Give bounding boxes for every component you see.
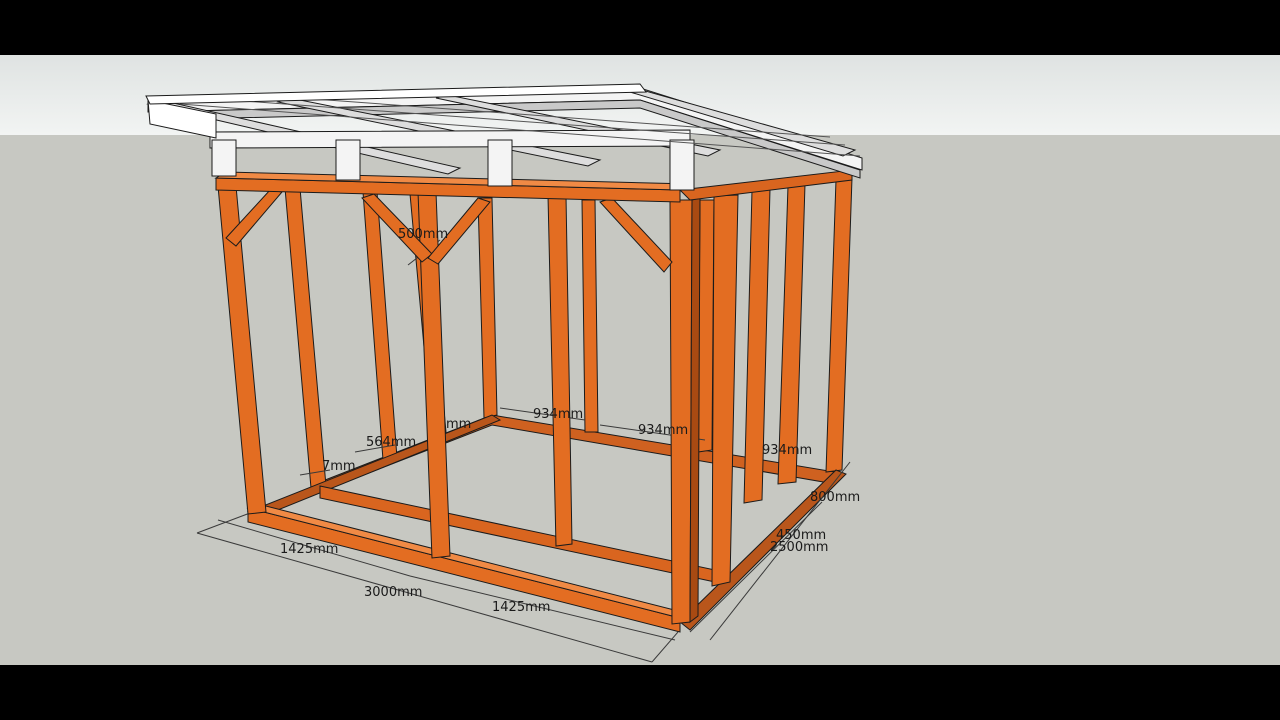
dim-back-934-c: 934mm <box>762 443 812 458</box>
dim-left-7mm: 7mm <box>322 459 356 474</box>
dim-brace-500: 500mm <box>398 227 448 242</box>
letterbox-bottom <box>0 665 1280 720</box>
roof-post <box>211 139 237 177</box>
ground-plane <box>0 135 1280 665</box>
dim-back-934-a: 934mm <box>533 407 583 422</box>
back-stud <box>581 199 599 433</box>
roof-post <box>669 139 695 191</box>
roof-front-beam <box>209 129 691 149</box>
corner-post-side <box>689 197 701 624</box>
dim-side-top: 800mm <box>810 490 860 505</box>
dim-back-934-b: 934mm <box>638 423 688 438</box>
dim-back-mm: mm <box>446 417 471 432</box>
corner-post-front-right <box>669 199 693 625</box>
dim-left-564: 564mm <box>366 435 416 450</box>
letterbox-top <box>0 0 1280 55</box>
back-stud <box>697 199 715 453</box>
dim-side-total: 2500mm <box>770 540 828 555</box>
dim-bottom-total: 3000mm <box>364 585 422 600</box>
roof-post <box>487 139 513 187</box>
shed-frame-model[interactable]: 1425mm 3000mm 1425mm 450mm 2500mm 800mm … <box>0 55 1280 665</box>
modeling-viewport[interactable]: 1425mm 3000mm 1425mm 450mm 2500mm 800mm … <box>0 55 1280 665</box>
roof-post <box>335 139 361 181</box>
dim-bottom-left: 1425mm <box>280 542 338 557</box>
dim-bottom-right: 1425mm <box>492 600 550 615</box>
